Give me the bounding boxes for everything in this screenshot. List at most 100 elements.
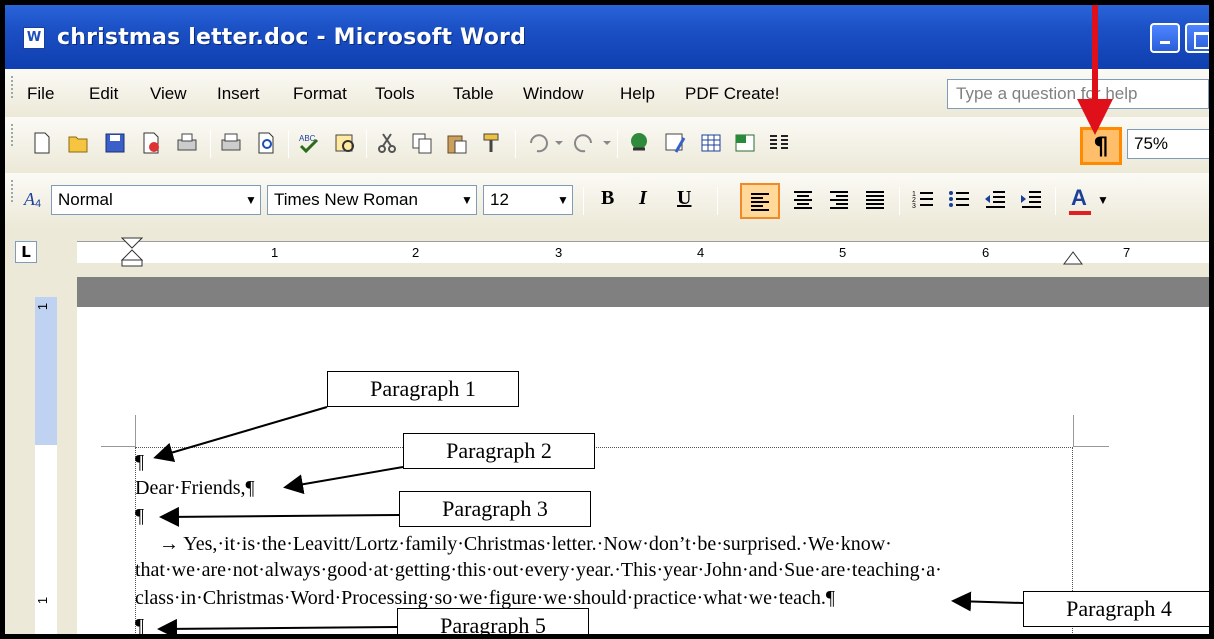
- toolbar-grip[interactable]: [11, 124, 14, 146]
- font-color-swatch: [1069, 211, 1091, 215]
- new-icon[interactable]: [30, 131, 54, 155]
- menu-help[interactable]: Help: [620, 84, 655, 104]
- menu-edit[interactable]: Edit: [89, 84, 118, 104]
- ruler-number: 2: [412, 245, 420, 260]
- separator: [210, 130, 211, 158]
- bullets-icon[interactable]: [947, 187, 971, 211]
- document-page[interactable]: ¶ Dear·Friends,¶ ¶ → Yes,·it·is·the·Leav…: [77, 307, 1209, 637]
- separator: [515, 130, 516, 158]
- menu-window[interactable]: Window: [523, 84, 583, 104]
- bold-button[interactable]: B: [601, 187, 614, 210]
- align-left-icon: [751, 193, 769, 211]
- toolbar-grip[interactable]: [11, 180, 14, 202]
- copy-icon[interactable]: [410, 131, 434, 155]
- print-icon[interactable]: [175, 131, 199, 155]
- menu-table[interactable]: Table: [453, 84, 494, 104]
- align-center-icon[interactable]: [791, 187, 815, 211]
- increase-indent-icon[interactable]: [1019, 187, 1043, 211]
- ruler-number: 4: [697, 245, 705, 260]
- align-right-icon[interactable]: [827, 187, 851, 211]
- svg-text:3: 3: [912, 203, 916, 210]
- open-icon[interactable]: [67, 131, 91, 155]
- horizontal-ruler: L 1 2 3 4 5 6 7: [5, 229, 1209, 277]
- separator: [717, 187, 718, 215]
- zoom-value: 75%: [1134, 134, 1169, 153]
- word-icon[interactable]: W: [23, 27, 45, 49]
- font-color-button[interactable]: A ▼: [1065, 183, 1111, 219]
- help-search-input[interactable]: Type a question for help: [947, 79, 1209, 109]
- standard-toolbar: ABC ¶ 75%: [5, 117, 1209, 173]
- paste-icon[interactable]: [445, 131, 469, 155]
- show-hide-icon[interactable]: ¶: [1080, 127, 1122, 165]
- ruler-number: 6: [982, 245, 990, 260]
- print-preview-icon[interactable]: [219, 131, 243, 155]
- indent-marker-icon[interactable]: [117, 236, 147, 268]
- svg-text:ABC: ABC: [299, 134, 316, 143]
- font-size-select[interactable]: 12 ▼: [483, 185, 573, 215]
- minimize-button[interactable]: [1150, 23, 1180, 53]
- font-color-icon: A: [1071, 185, 1087, 210]
- ruler-strip[interactable]: 1 2 3 4 5 6 7: [77, 237, 1209, 267]
- tab-selector[interactable]: L: [15, 241, 37, 263]
- spelling-icon[interactable]: ABC: [297, 131, 321, 155]
- zoom-select[interactable]: 75%: [1127, 129, 1209, 159]
- vertical-ruler-margin: [35, 297, 57, 445]
- page-gap: [77, 277, 1209, 307]
- separator: [288, 130, 289, 158]
- title-bar: W christmas letter.doc - Microsoft Word: [5, 5, 1209, 69]
- menu-format[interactable]: Format: [293, 84, 347, 104]
- callout-paragraph-5: Paragraph 5: [397, 608, 589, 634]
- numbering-icon[interactable]: 123: [911, 187, 935, 211]
- menu-tools[interactable]: Tools: [375, 84, 415, 104]
- menu-view[interactable]: View: [150, 84, 187, 104]
- columns-icon[interactable]: [767, 131, 791, 155]
- toolbar-grip[interactable]: [11, 76, 14, 98]
- format-painter-icon[interactable]: [481, 131, 505, 155]
- menu-insert[interactable]: Insert: [217, 84, 260, 104]
- doc-line: class·in·Christmas·Word·Processing·so·we…: [135, 587, 835, 609]
- print-preview-icon[interactable]: [255, 131, 279, 155]
- ruler-number: 1: [35, 596, 51, 605]
- window-title: christmas letter.doc - Microsoft Word: [57, 25, 527, 50]
- style-select[interactable]: Normal ▼: [51, 185, 261, 215]
- tables-borders-icon[interactable]: [663, 131, 687, 155]
- menu-file[interactable]: File: [27, 84, 54, 104]
- chevron-down-icon[interactable]: ▼: [1097, 193, 1109, 207]
- ruler-number: 1: [271, 245, 279, 260]
- callout-paragraph-2: Paragraph 2: [403, 433, 595, 469]
- menu-bar: File Edit View Insert Format Tools Table…: [5, 69, 1209, 117]
- justify-icon[interactable]: [863, 187, 887, 211]
- italic-button[interactable]: I: [639, 187, 647, 210]
- chevron-down-icon[interactable]: ▼: [554, 186, 572, 214]
- redo-icon[interactable]: [573, 131, 613, 155]
- insert-table-icon[interactable]: [699, 131, 723, 155]
- align-left-button[interactable]: [740, 183, 780, 219]
- doc-line: that·we·are·not·always·good·at·getting·t…: [135, 559, 942, 581]
- doc-line: Dear·Friends,¶: [135, 477, 255, 499]
- font-select[interactable]: Times New Roman ▼: [267, 185, 477, 215]
- insert-excel-icon[interactable]: [733, 131, 757, 155]
- margin-mark: [101, 446, 135, 447]
- research-icon[interactable]: [333, 131, 357, 155]
- cut-icon[interactable]: [375, 131, 399, 155]
- save-icon[interactable]: [103, 131, 127, 155]
- chevron-down-icon[interactable]: ▼: [242, 186, 260, 214]
- style-value: Normal: [58, 190, 113, 209]
- menu-pdf-create[interactable]: PDF Create!: [685, 84, 779, 104]
- underline-button[interactable]: U: [677, 187, 691, 210]
- paragraph-mark: ¶: [135, 615, 145, 637]
- vertical-ruler: 1 1: [5, 277, 77, 634]
- maximize-button[interactable]: [1185, 23, 1209, 53]
- decrease-indent-icon[interactable]: [983, 187, 1007, 211]
- svg-text:4: 4: [35, 198, 41, 210]
- callout-paragraph-4: Paragraph 4: [1023, 591, 1209, 627]
- permission-icon[interactable]: [139, 131, 163, 155]
- chevron-down-icon[interactable]: ▼: [458, 186, 476, 214]
- styles-formatting-icon[interactable]: A4: [23, 186, 47, 210]
- ruler-number: 7: [1123, 245, 1131, 260]
- paragraph-mark: ¶: [135, 451, 145, 473]
- right-indent-marker-icon[interactable]: [1062, 250, 1084, 266]
- hyperlink-icon[interactable]: [627, 131, 651, 155]
- margin-mark: [1073, 415, 1074, 447]
- undo-icon[interactable]: [525, 131, 565, 155]
